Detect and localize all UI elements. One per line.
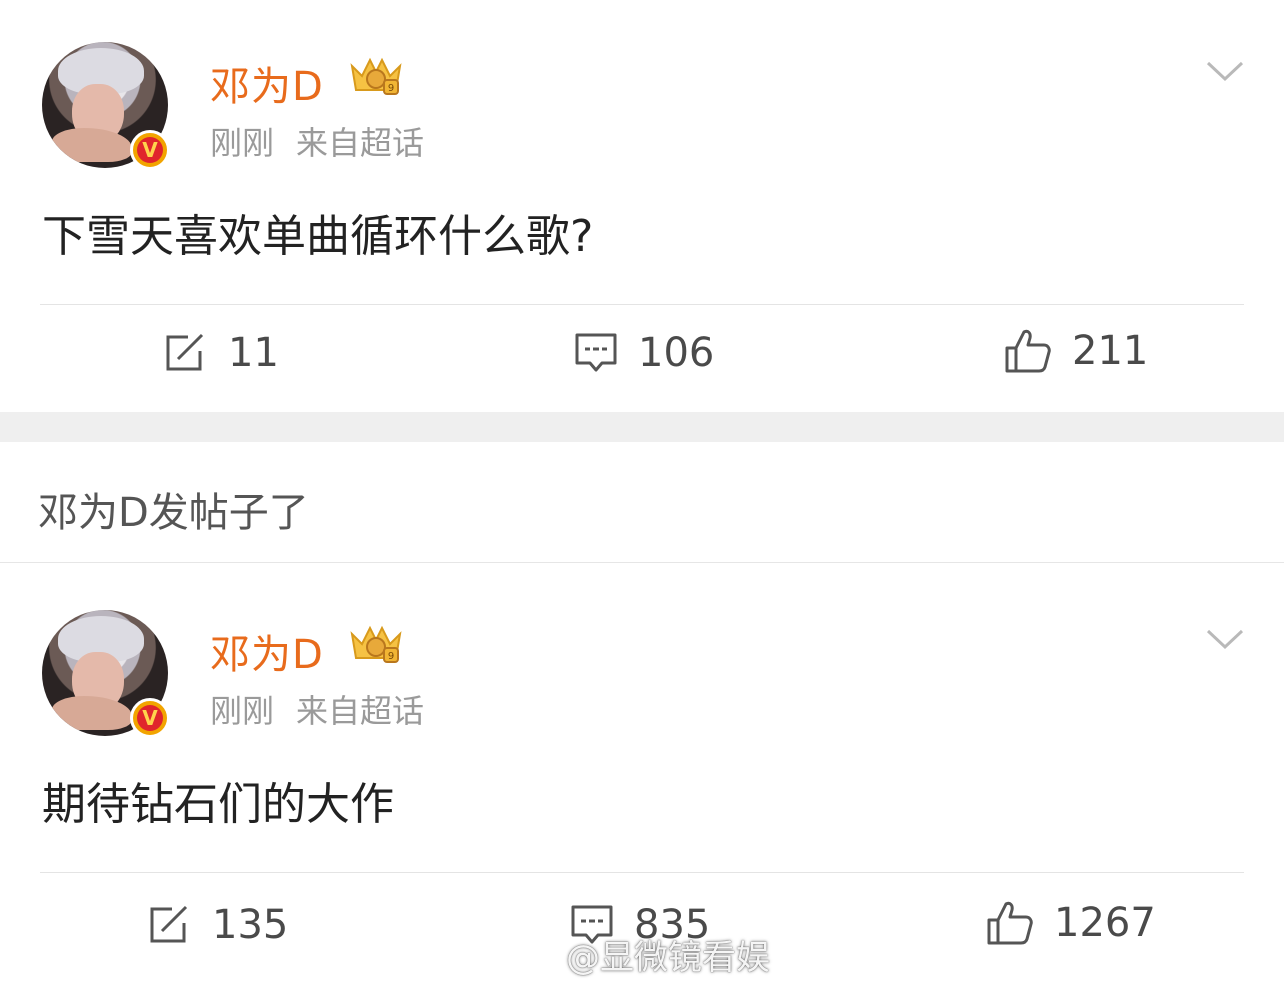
post-meta: 刚刚 来自超话 xyxy=(210,118,424,164)
post-meta: 刚刚 来自超话 xyxy=(210,686,424,732)
post-source[interactable]: 来自超话 xyxy=(296,692,424,730)
comment-count: 106 xyxy=(638,330,715,376)
weibo-post-1: V 邓为D 9 刚刚 来自超话 下雪天喜欢单曲循环什么歌? 11 106 211 xyxy=(0,0,1284,412)
crown-badge-icon: 9 xyxy=(350,57,402,95)
repost-icon xyxy=(150,905,188,943)
verified-v-icon: V xyxy=(130,698,170,738)
username[interactable]: 邓为D xyxy=(210,622,324,680)
like-button[interactable]: 211 xyxy=(1004,328,1148,374)
post-time: 刚刚 xyxy=(210,124,275,162)
repost-icon xyxy=(166,333,204,371)
weibo-logo-icon xyxy=(514,938,559,973)
post-content: 下雪天喜欢单曲循环什么歌? xyxy=(42,211,594,262)
weibo-post-2: V 邓为D 9 刚刚 来自超话 期待钻石们的大作 135 835 1267 xyxy=(0,564,1284,985)
svg-text:9: 9 xyxy=(388,651,394,662)
comment-button[interactable]: 106 xyxy=(574,330,714,376)
divider xyxy=(40,304,1244,305)
repost-button[interactable]: 11 xyxy=(164,330,279,376)
like-count: 211 xyxy=(1072,328,1149,374)
section-gap xyxy=(0,412,1284,442)
like-icon xyxy=(987,901,1033,945)
chevron-down-icon[interactable] xyxy=(1206,60,1244,82)
post-source[interactable]: 来自超话 xyxy=(296,124,424,162)
comment-icon xyxy=(575,333,617,372)
repost-count: 135 xyxy=(212,902,289,948)
crown-badge-icon: 9 xyxy=(350,625,402,663)
watermark-text: @显微镜看娱 xyxy=(566,938,770,978)
notice-text: 邓为D发帖子了 xyxy=(38,490,309,536)
post-content: 期待钻石们的大作 xyxy=(42,779,394,830)
post-time: 刚刚 xyxy=(210,692,275,730)
watermark: @显微镜看娱 xyxy=(514,930,770,979)
repost-button[interactable]: 135 xyxy=(148,902,288,948)
like-button[interactable]: 1267 xyxy=(986,900,1156,946)
username[interactable]: 邓为D xyxy=(210,54,324,112)
like-icon xyxy=(1005,329,1051,373)
svg-text:9: 9 xyxy=(388,83,394,94)
repost-count: 11 xyxy=(228,330,279,376)
chevron-down-icon[interactable] xyxy=(1206,628,1244,650)
divider xyxy=(40,872,1244,873)
notice-row[interactable]: 邓为D发帖子了 xyxy=(0,442,1284,563)
verified-v-icon: V xyxy=(130,130,170,170)
like-count: 1267 xyxy=(1054,900,1156,946)
